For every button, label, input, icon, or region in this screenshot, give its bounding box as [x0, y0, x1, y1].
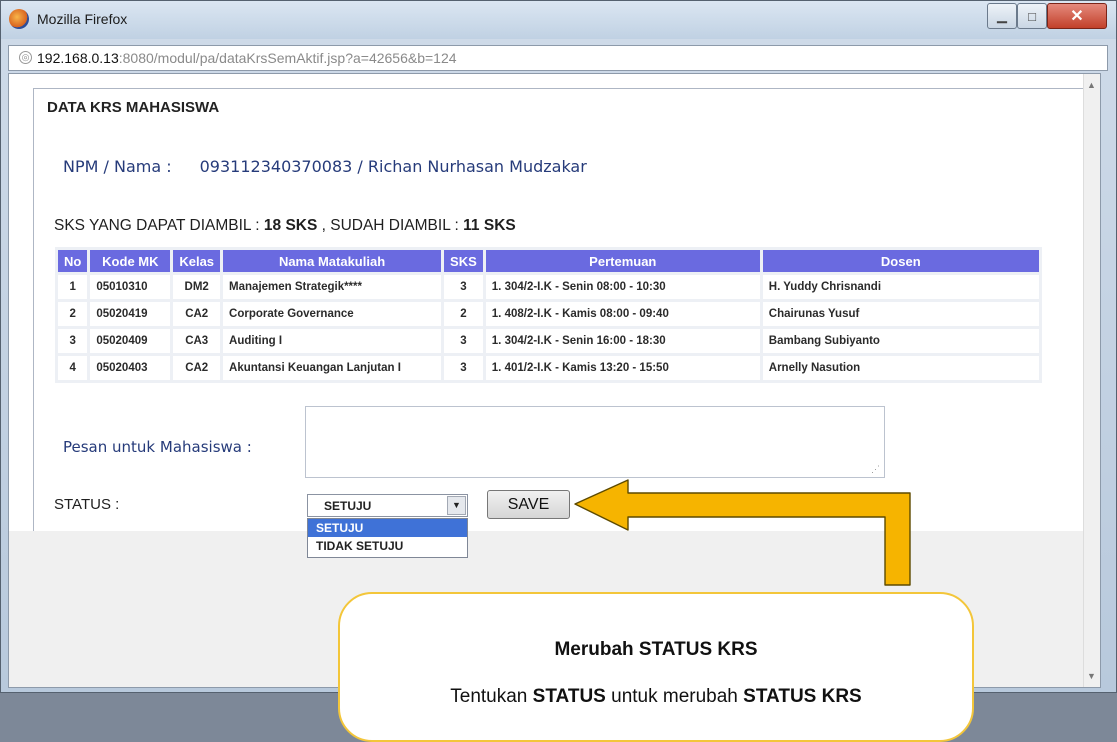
arrow-icon	[574, 479, 911, 586]
callout-text-2: STATUS	[532, 686, 606, 707]
callout-text-4: STATUS KRS	[743, 686, 862, 707]
arrow-shape	[574, 479, 911, 586]
callout-title: Merubah STATUS KRS	[554, 639, 758, 660]
callout-text-3: untuk merubah	[605, 686, 744, 707]
callout-text: Tentukan STATUS untuk merubah STATUS KRS	[340, 686, 972, 708]
help-callout: Merubah STATUS KRS Tentukan STATUS untuk…	[338, 592, 974, 742]
callout-text-1: Tentukan	[450, 686, 533, 707]
